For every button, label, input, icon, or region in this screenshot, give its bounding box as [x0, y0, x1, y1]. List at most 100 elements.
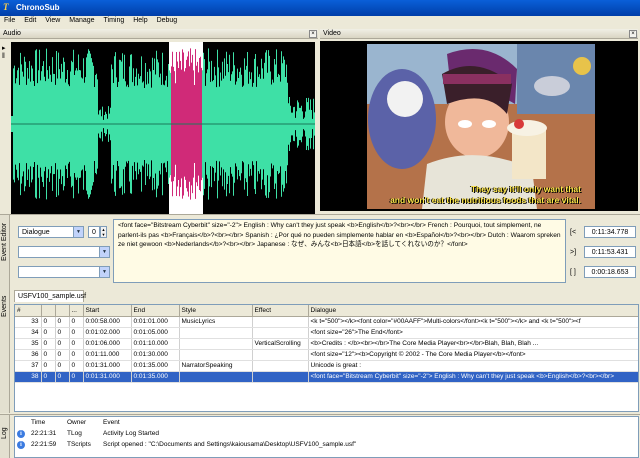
- menu-view[interactable]: View: [41, 16, 60, 24]
- audio-close-icon[interactable]: ×: [309, 30, 317, 38]
- chevron-down-icon[interactable]: ▼: [73, 227, 83, 237]
- end-time-button[interactable]: >]: [570, 249, 576, 256]
- style-select[interactable]: Dialogue ▼: [18, 226, 84, 238]
- menu-manage[interactable]: Manage: [65, 16, 94, 24]
- start-time-button[interactable]: [<: [570, 229, 576, 236]
- audio-pane-header: Audio ×: [0, 29, 318, 39]
- cell-effect: [252, 360, 309, 372]
- log-row[interactable]: i 22:21:59 TScripts Script opened : "C:\Doc…: [15, 439, 635, 450]
- col-header-c[interactable]: ...: [69, 305, 84, 317]
- chevron-down-icon[interactable]: ▼: [99, 247, 109, 257]
- col-header-b[interactable]: [55, 305, 70, 317]
- cell-end: 0:01:35.000: [131, 371, 180, 383]
- table-row[interactable]: 33 0 0 0 0:00:58.000 0:01:01.000 MusicLyrics <k…: [15, 316, 638, 328]
- log-col-event[interactable]: Event: [101, 417, 635, 428]
- log-col-owner[interactable]: Owner: [65, 417, 101, 428]
- cell-num: 38: [15, 371, 42, 383]
- cell-style: NarratorSpeaking: [179, 360, 253, 372]
- col-header-a[interactable]: [41, 305, 56, 317]
- col-header-start[interactable]: Start: [83, 305, 132, 317]
- event-editor-tab[interactable]: Event Editor: [0, 215, 10, 287]
- table-row[interactable]: 37 0 0 0 0:01:31.000 0:01:35.000 NarratorSpeak…: [15, 360, 638, 372]
- menu-timing[interactable]: Timing: [100, 16, 125, 24]
- cell-num: 33: [15, 316, 42, 328]
- duration-field[interactable]: 0:00:18.653: [584, 266, 636, 278]
- cell-end: 0:01:10.000: [131, 338, 180, 350]
- log-cell-time: 22:21:59: [31, 441, 57, 448]
- col-header-num[interactable]: #: [15, 305, 42, 317]
- cell-a: 0: [41, 371, 56, 383]
- event-editor-tab-label: Event Editor: [1, 222, 8, 261]
- duration-button[interactable]: [ ]: [570, 269, 576, 276]
- start-time-field[interactable]: 0:11:34.778: [584, 226, 636, 238]
- table-row[interactable]: 36 0 0 0 0:01:11.000 0:01:30.000 <font size="1…: [15, 349, 638, 361]
- info-icon: i: [17, 429, 25, 438]
- col-header-end[interactable]: End: [131, 305, 180, 317]
- menu-help[interactable]: Help: [129, 16, 147, 24]
- video-frame[interactable]: They say it'll only want that and won't …: [367, 44, 595, 209]
- cell-c: 0: [69, 327, 84, 339]
- style-select-value: Dialogue: [22, 229, 50, 236]
- cell-b: 0: [55, 316, 70, 328]
- file-tab[interactable]: USFV100_sample.usf: [14, 290, 86, 302]
- log-cell-time: 22:21:31: [31, 430, 57, 437]
- dialogue-text-editor[interactable]: <font face="Bitstream Cyberbit" size="-2…: [113, 219, 566, 283]
- cell-start: 0:01:11.000: [83, 349, 132, 361]
- log-tab[interactable]: Log: [0, 415, 10, 458]
- pause-icon[interactable]: ‖: [2, 53, 9, 62]
- cell-a: 0: [41, 316, 56, 328]
- table-row[interactable]: 34 0 0 0 0:01:02.000 0:01:05.000 <font size="2…: [15, 327, 638, 339]
- waveform-display[interactable]: [11, 42, 315, 220]
- log-cell-owner: TScripts: [67, 441, 91, 448]
- cell-b: 0: [55, 349, 70, 361]
- log-row[interactable]: i 22:21:31 TLog Activity Log Started: [15, 428, 635, 439]
- chevron-down-icon[interactable]: ▼: [99, 267, 109, 277]
- table-row[interactable]: 38 0 0 0 0:01:31.000 0:01:35.000 <font face="B…: [15, 371, 638, 383]
- cell-style: [179, 371, 253, 383]
- cell-start: 0:00:58.000: [83, 316, 132, 328]
- layer-field[interactable]: 0: [88, 226, 100, 238]
- col-header-dialogue[interactable]: Dialogue: [308, 305, 638, 317]
- table-row[interactable]: 35 0 0 0 0:01:06.000 0:01:10.000 VerticalScrol…: [15, 338, 638, 350]
- title-bar: T ChronoSub: [0, 0, 640, 16]
- cell-num: 35: [15, 338, 42, 350]
- video-pane: Video × They say it'll only want that an…: [320, 29, 638, 241]
- cell-a: 0: [41, 327, 56, 339]
- log-cell-event: Script opened : "C:\Documents and Settin…: [103, 441, 357, 448]
- cell-c: 0: [69, 360, 84, 372]
- app-logo-icon: T: [3, 2, 9, 12]
- menu-file[interactable]: File: [0, 16, 15, 24]
- log-grid[interactable]: Time Owner Event i 22:21:31 TLog Activity L…: [14, 416, 639, 458]
- video-close-icon[interactable]: ×: [629, 30, 637, 38]
- end-time-field[interactable]: 0:11:53.431: [584, 246, 636, 258]
- cell-a: 0: [41, 360, 56, 372]
- layer-stepper[interactable]: ▲ ▼: [100, 226, 107, 238]
- log-header-row: Time Owner Event: [15, 417, 635, 428]
- events-panel: Events USFV100_sample.usf # ... Start En…: [0, 287, 640, 413]
- info-icon: i: [17, 440, 25, 449]
- events-tab[interactable]: Events: [0, 287, 10, 413]
- events-header-row: # ... Start End Style Effect Dialogue: [15, 305, 638, 317]
- subtitle-line-1: They say it'll only want that: [470, 184, 581, 194]
- play-icon[interactable]: ▸: [2, 44, 9, 53]
- video-pane-header: Video ×: [320, 29, 638, 39]
- video-pane-title: Video: [323, 30, 341, 37]
- audio-pane: Audio × ▸ ‖ 10:2010:4011:0011:2011:4012:…: [0, 29, 318, 241]
- cell-b: 0: [55, 371, 70, 383]
- col-header-effect[interactable]: Effect: [252, 305, 309, 317]
- menu-debug[interactable]: Debug: [153, 16, 178, 24]
- actor-select[interactable]: ▼: [18, 246, 110, 258]
- effect-select[interactable]: ▼: [18, 266, 110, 278]
- cell-num: 36: [15, 349, 42, 361]
- cell-style: MusicLyrics: [179, 316, 253, 328]
- col-header-style[interactable]: Style: [179, 305, 253, 317]
- menu-edit[interactable]: Edit: [20, 16, 36, 24]
- cell-c: 0: [69, 316, 84, 328]
- cell-a: 0: [41, 349, 56, 361]
- log-col-time[interactable]: Time: [29, 417, 65, 428]
- cell-effect: VerticalScrolling: [252, 338, 309, 350]
- cell-end: 0:01:05.000: [131, 327, 180, 339]
- events-tab-label: Events: [1, 295, 8, 317]
- events-grid[interactable]: # ... Start End Style Effect Dialogue 33…: [14, 304, 639, 412]
- cell-b: 0: [55, 327, 70, 339]
